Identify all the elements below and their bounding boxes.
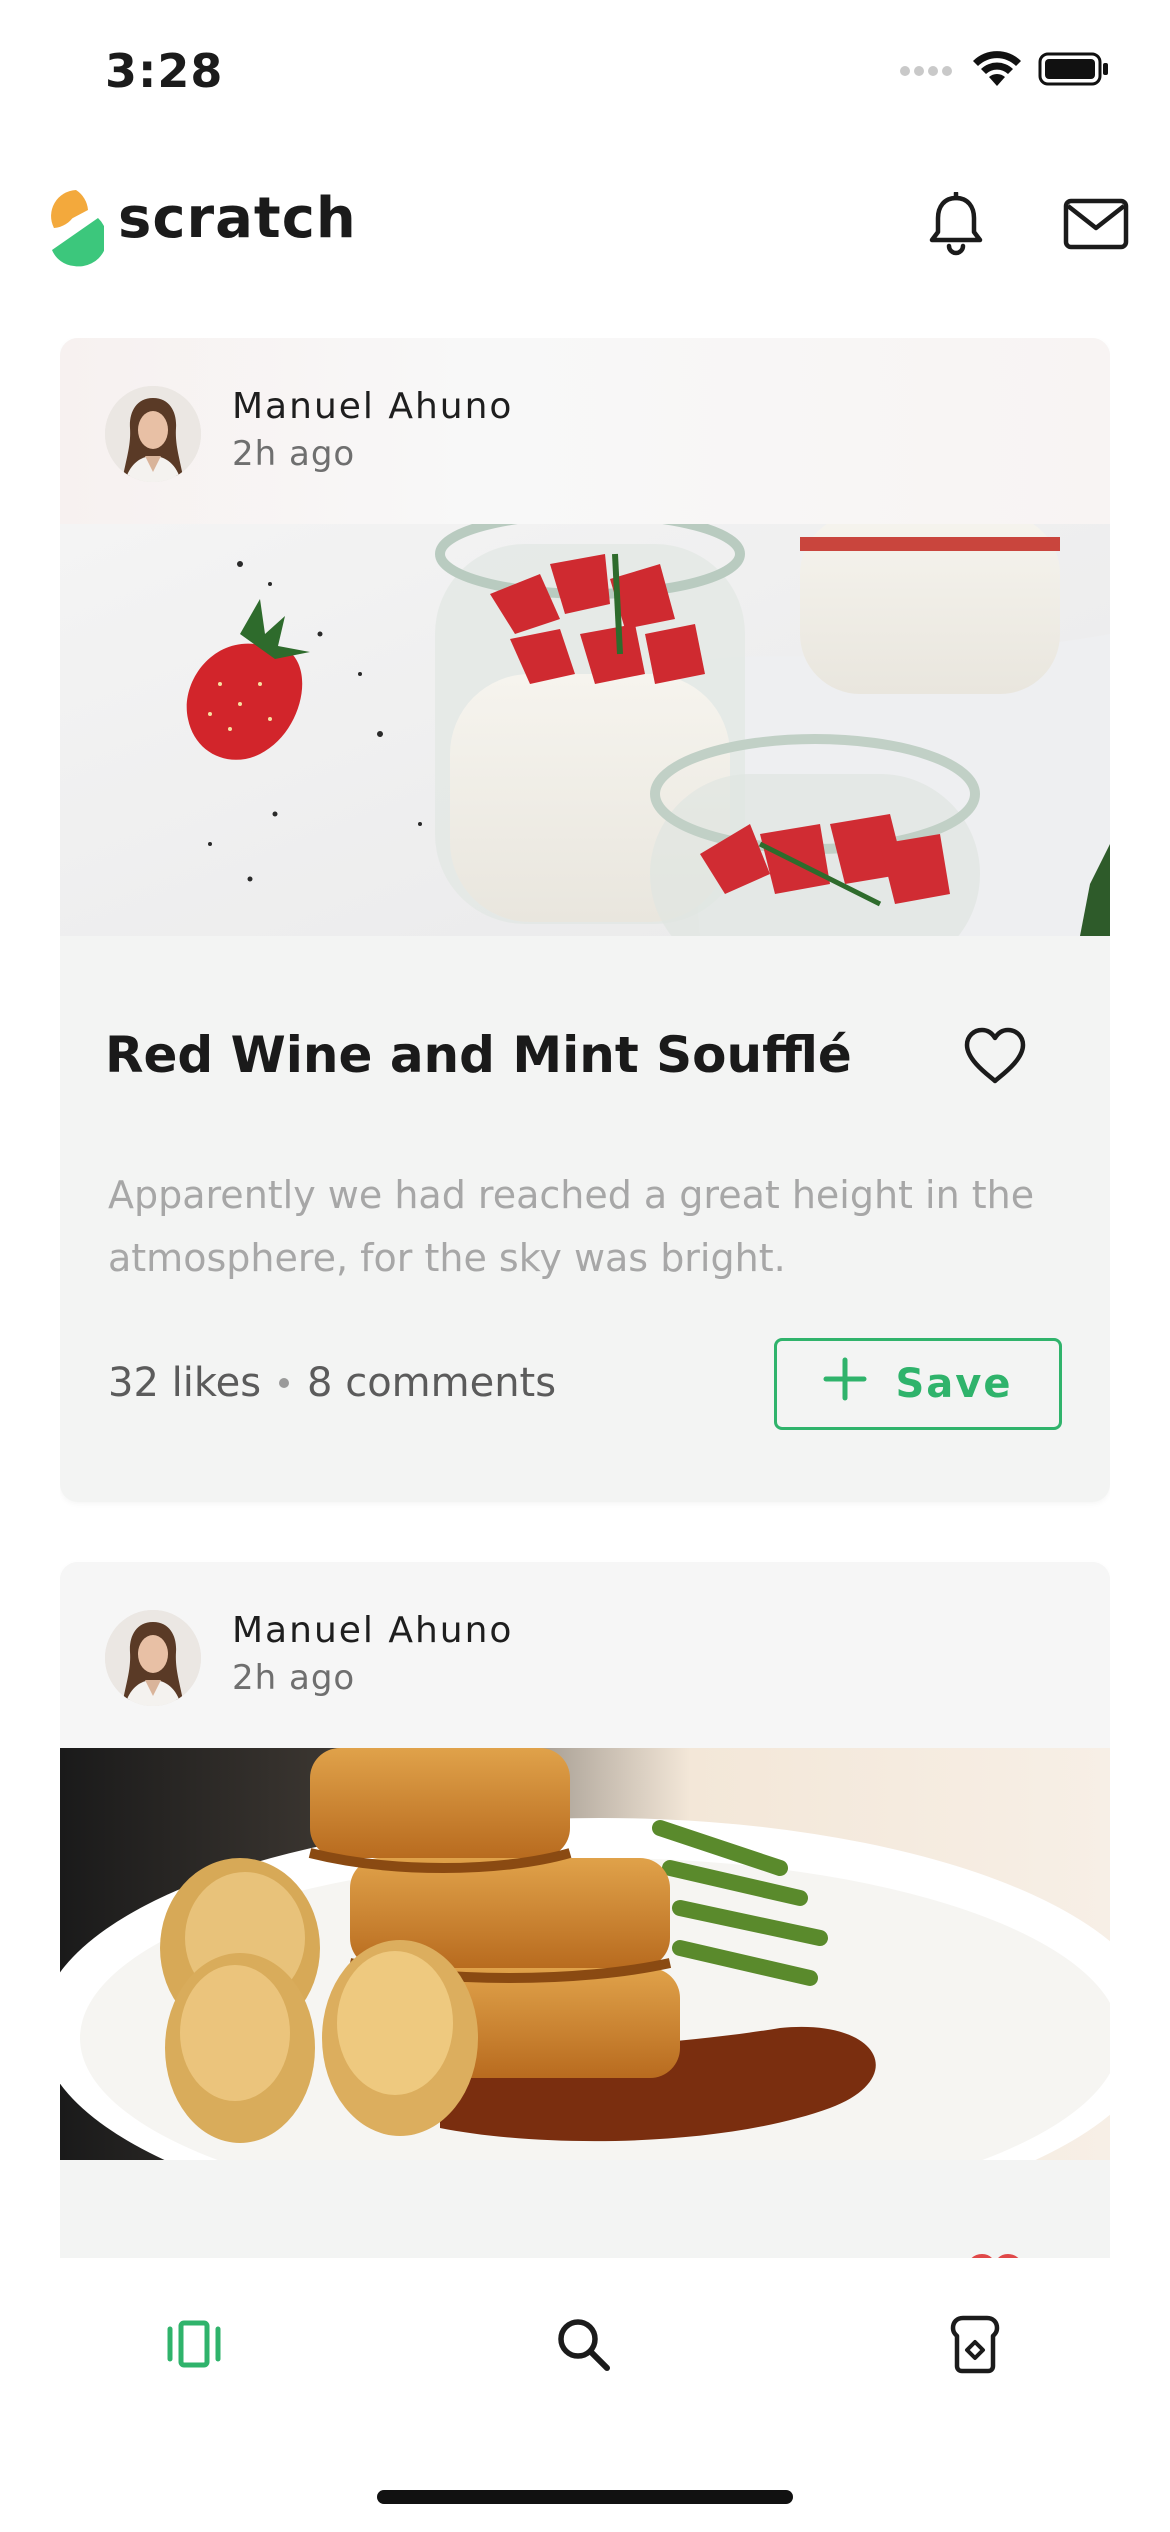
mail-icon <box>1063 198 1129 254</box>
feed-icon <box>164 2319 224 2373</box>
post-time: 2h ago <box>232 1658 356 1698</box>
battery-icon <box>1038 51 1110 91</box>
save-label: Save <box>895 1361 1013 1407</box>
app-header: scratch <box>0 170 1170 290</box>
recipe-card[interactable]: Manuel Ahuno 2h ago <box>60 1562 1110 2258</box>
nav-saved-recipes[interactable] <box>935 2306 1015 2386</box>
author-name[interactable]: Manuel Ahuno <box>232 1610 513 1651</box>
like-button[interactable] <box>955 2242 1035 2258</box>
author-name[interactable]: Manuel Ahuno <box>232 386 513 427</box>
bell-icon <box>927 190 985 260</box>
cellular-signal-icon <box>898 59 956 83</box>
bottom-navigation <box>0 2258 1170 2532</box>
engagement-stats: 32 likes 8 comments <box>108 1360 556 1406</box>
heart-outline-icon <box>963 1027 1027 1089</box>
save-button[interactable]: Save <box>774 1338 1062 1430</box>
status-bar: 3:28 <box>0 0 1170 150</box>
avatar[interactable] <box>105 1610 201 1706</box>
likes-count[interactable]: 32 likes <box>108 1360 261 1406</box>
home-indicator[interactable] <box>377 2490 793 2504</box>
avatar[interactable] <box>105 386 201 482</box>
recipe-feed[interactable]: Manuel Ahuno 2h ago Red Wine and Mint So… <box>60 338 1110 2258</box>
post-time: 2h ago <box>232 434 356 474</box>
wifi-icon <box>972 50 1022 92</box>
nav-feed[interactable] <box>154 2306 234 2386</box>
status-icons <box>898 50 1110 92</box>
card-body <box>60 2160 1110 2258</box>
recipe-image[interactable] <box>60 1748 1110 2160</box>
scratch-logo-icon <box>48 188 107 268</box>
plus-icon <box>823 1357 867 1411</box>
notifications-button[interactable] <box>920 190 992 262</box>
nav-search[interactable] <box>543 2306 623 2386</box>
like-button[interactable] <box>955 1018 1035 1098</box>
comments-count[interactable]: 8 comments <box>307 1360 556 1406</box>
separator-dot <box>279 1378 290 1388</box>
card-header: Manuel Ahuno 2h ago <box>60 338 1110 524</box>
recipe-description: Apparently we had reached a great height… <box>108 1173 1035 1280</box>
card-body: Red Wine and Mint Soufflé Apparently we … <box>60 936 1110 1502</box>
recipe-title[interactable]: Red Wine and Mint Soufflé <box>105 1026 852 1084</box>
search-icon <box>554 2315 612 2377</box>
card-header: Manuel Ahuno 2h ago <box>60 1562 1110 1748</box>
heart-filled-icon <box>963 2251 1027 2258</box>
status-time: 3:28 <box>105 44 224 98</box>
saved-recipes-icon <box>945 2314 1005 2378</box>
recipe-card[interactable]: Manuel Ahuno 2h ago <box>60 338 1110 1502</box>
app-title: scratch <box>118 186 357 251</box>
messages-button[interactable] <box>1060 190 1132 262</box>
recipe-image[interactable] <box>60 524 1110 936</box>
